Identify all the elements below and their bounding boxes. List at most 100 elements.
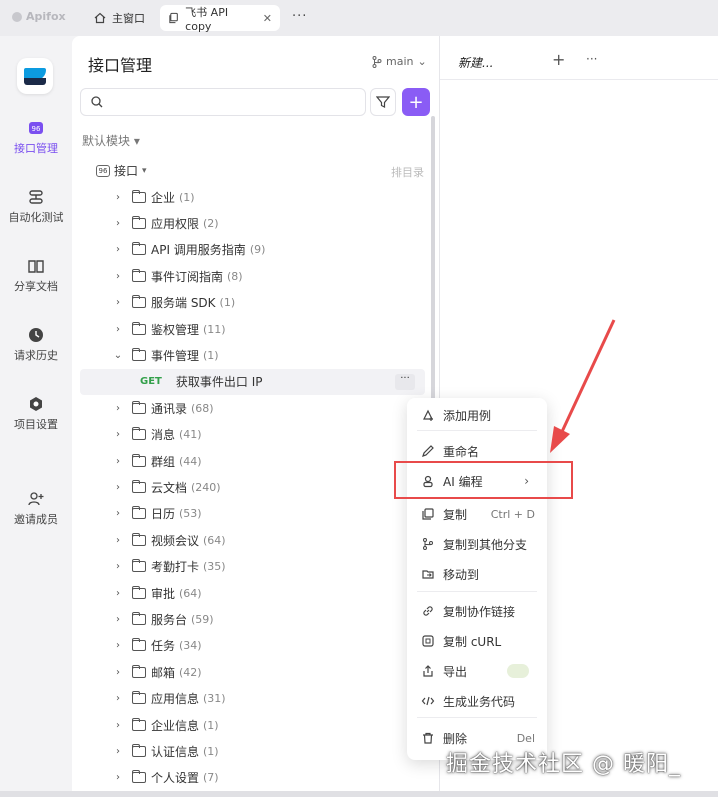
chevron-right-icon[interactable]: › bbox=[112, 720, 124, 731]
chevron-right-icon[interactable]: › bbox=[112, 218, 124, 229]
folder-count: (11) bbox=[203, 322, 226, 336]
folder-count: (1) bbox=[203, 348, 219, 362]
sidebar-item-docs[interactable]: 分享文档 bbox=[0, 258, 72, 294]
app-logo bbox=[17, 58, 53, 94]
context-menu: 添加用例 重命名 AI 编程 › 复制 Ctrl + D 复制到其他分支 移动到 复制协作链接复… bbox=[407, 398, 547, 760]
folder-row[interactable]: › 任务 (34) bbox=[80, 633, 425, 659]
row-more-icon[interactable]: ··· bbox=[395, 373, 415, 390]
folder-row[interactable]: › 视频会议 (64) bbox=[80, 527, 425, 553]
folder-row[interactable]: › 企业 (1) bbox=[80, 184, 425, 210]
caret-down-icon: ▾ bbox=[133, 134, 140, 148]
folder-row[interactable]: › 事件订阅指南 (8) bbox=[80, 263, 425, 289]
filter-button[interactable] bbox=[370, 88, 396, 116]
chevron-right-icon[interactable]: › bbox=[112, 588, 124, 599]
chevron-right-icon[interactable]: › bbox=[112, 561, 124, 572]
folder-count: (44) bbox=[179, 454, 202, 468]
folder-count: (1) bbox=[203, 718, 219, 732]
folder-icon bbox=[132, 691, 146, 705]
folder-name: 认证信息 bbox=[151, 744, 200, 759]
folder-row[interactable]: ⌄ 事件管理 (1) bbox=[80, 342, 425, 368]
folder-name: 应用信息 bbox=[151, 692, 200, 707]
folder-count: (42) bbox=[179, 665, 202, 679]
close-icon[interactable]: ✕ bbox=[263, 12, 272, 25]
folder-name: 服务端 SDK bbox=[151, 296, 216, 311]
sidebar-item-settings[interactable]: 项目设置 bbox=[0, 396, 72, 432]
folder-name: 企业信息 bbox=[151, 718, 200, 733]
menu-item-label: 复制协作链接 bbox=[443, 604, 516, 619]
folder-name: 视频会议 bbox=[151, 533, 200, 548]
chevron-right-icon[interactable]: › bbox=[112, 271, 124, 282]
chevron-right-icon[interactable]: › bbox=[112, 746, 124, 757]
folder-row[interactable]: › 应用权限 (2) bbox=[80, 210, 425, 236]
folder-row[interactable]: › 考勤打卡 (35) bbox=[80, 554, 425, 580]
folder-row[interactable]: › 邮箱 (42) bbox=[80, 659, 425, 685]
chevron-right-icon[interactable]: › bbox=[112, 192, 124, 203]
folder-row[interactable]: › 企业信息 (1) bbox=[80, 712, 425, 738]
chevron-down-icon[interactable]: ⌄ bbox=[112, 350, 124, 361]
folder-row[interactable]: › 服务台 (59) bbox=[80, 606, 425, 632]
chevron-right-icon[interactable]: › bbox=[112, 640, 124, 651]
chevron-down-icon: ⌄ bbox=[417, 55, 427, 68]
folder-name: 通讯录 bbox=[151, 401, 188, 416]
sidebar-item-invite[interactable]: 邀请成员 bbox=[0, 491, 72, 527]
chevron-right-icon[interactable]: › bbox=[112, 324, 124, 335]
new-tab-button[interactable]: + bbox=[552, 50, 565, 69]
folder-row[interactable]: › 云文档 (240) bbox=[80, 474, 425, 500]
more-icon[interactable]: ··· bbox=[586, 52, 597, 66]
folder-row[interactable]: › 应用信息 (31) bbox=[80, 686, 425, 712]
menu-item-copy[interactable]: 复制 Ctrl + D bbox=[407, 501, 547, 527]
sidebar-item-api[interactable]: 96 接口管理 bbox=[0, 120, 72, 156]
folder-row[interactable]: › 日历 (53) bbox=[80, 501, 425, 527]
module-selector[interactable]: 默认模块 ▾ bbox=[82, 132, 140, 149]
menu-item-link[interactable]: 复制协作链接 bbox=[407, 598, 547, 624]
folder-icon bbox=[132, 347, 146, 361]
more-tabs-icon[interactable]: ··· bbox=[292, 9, 307, 24]
folder-row[interactable]: › 通讯录 (68) bbox=[80, 395, 425, 421]
scrollbar[interactable] bbox=[431, 116, 435, 416]
add-button[interactable]: + bbox=[402, 88, 430, 116]
folder-row[interactable]: › 个人设置 (7) bbox=[80, 765, 425, 791]
chevron-right-icon[interactable]: › bbox=[112, 508, 124, 519]
menu-divider bbox=[417, 591, 537, 592]
chevron-right-icon[interactable]: › bbox=[112, 403, 124, 414]
sidebar-item-history[interactable]: 请求历史 bbox=[0, 327, 72, 363]
folder-row[interactable]: › API 调用服务指南 (9) bbox=[80, 237, 425, 263]
chevron-right-icon[interactable]: › bbox=[112, 535, 124, 546]
doc-copy-icon bbox=[169, 12, 178, 24]
menu-item-code[interactable]: 生成业务代码 bbox=[407, 688, 547, 714]
chevron-right-icon[interactable]: › bbox=[112, 693, 124, 704]
sidebar-item-automation[interactable]: 自动化测试 bbox=[0, 189, 72, 225]
chevron-right-icon[interactable]: › bbox=[112, 482, 124, 493]
status-bar bbox=[0, 791, 718, 797]
chevron-right-icon[interactable]: › bbox=[112, 614, 124, 625]
tab-new[interactable]: 新建... bbox=[448, 44, 538, 74]
folder-row[interactable]: › 认证信息 (1) bbox=[80, 738, 425, 764]
folder-row[interactable]: › 群组 (44) bbox=[80, 448, 425, 474]
folder-row[interactable]: › 审批 (64) bbox=[80, 580, 425, 606]
chevron-right-icon[interactable]: › bbox=[112, 456, 124, 467]
menu-item-curl[interactable]: 复制 cURL bbox=[407, 628, 547, 654]
tab-divider bbox=[440, 79, 718, 80]
sort-directory-button[interactable]: 排目录 bbox=[391, 164, 424, 180]
code-icon bbox=[421, 696, 435, 706]
chevron-right-icon[interactable]: › bbox=[112, 297, 124, 308]
menu-item-branch[interactable]: 复制到其他分支 bbox=[407, 531, 547, 557]
shortcut-hint: Del bbox=[516, 731, 535, 745]
chevron-right-icon[interactable]: › bbox=[112, 772, 124, 783]
folder-row[interactable]: › 服务端 SDK (1) bbox=[80, 290, 425, 316]
folder-row[interactable]: › 消息 (41) bbox=[80, 422, 425, 448]
search-input[interactable] bbox=[80, 88, 366, 116]
chevron-right-icon[interactable]: › bbox=[112, 667, 124, 678]
tree-root[interactable]: 96 接口 ▾ bbox=[96, 162, 147, 179]
api-endpoint-row[interactable]: GET 获取事件出口 IP ··· bbox=[80, 368, 425, 395]
chevron-right-icon[interactable]: › bbox=[112, 429, 124, 440]
sidebar-rail: 96 接口管理 自动化测试 分享文档 请求历史 项目设置 邀请成员 bbox=[0, 36, 72, 797]
branch-selector[interactable]: main ⌄ bbox=[372, 55, 427, 68]
tab-project[interactable]: 飞书 API copy ✕ bbox=[160, 5, 280, 33]
folder-row[interactable]: › 鉴权管理 (11) bbox=[80, 316, 425, 342]
api-tree-panel: 接口管理 main ⌄ + 默认模块 ▾ 96 接口 ▾ 排目录 › 企业 (1) ›… bbox=[72, 36, 439, 794]
tab-main-window[interactable]: 主窗口 bbox=[86, 5, 153, 31]
chevron-right-icon[interactable]: › bbox=[112, 244, 124, 255]
menu-item-move[interactable]: 移动到 bbox=[407, 561, 547, 587]
menu-item-add-case[interactable]: 添加用例 bbox=[407, 402, 547, 428]
